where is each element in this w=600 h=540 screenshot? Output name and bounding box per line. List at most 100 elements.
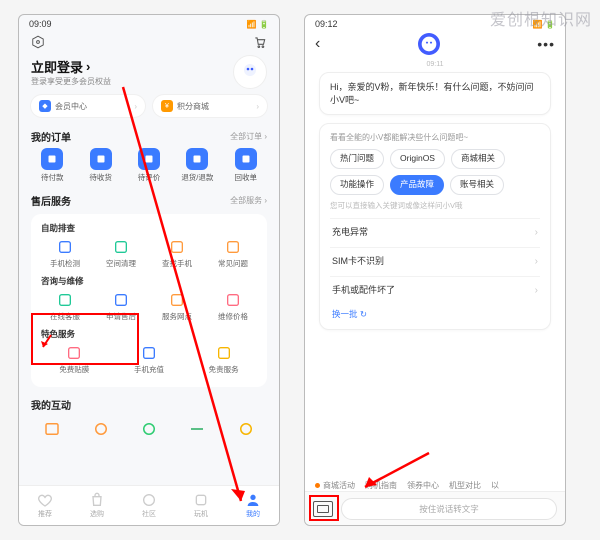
quicklink-label: 领券中心 [407,480,439,491]
service-icon [112,238,130,256]
tab-mine[interactable]: 我的 [245,492,261,519]
faq-panel: 看看全能的小V都能解决些什么问题吧~ 热门问题 OriginOS 商城相关功能操作产… [319,123,551,329]
interaction-item[interactable] [31,418,73,440]
order-label: 待收货 [89,172,112,183]
faq-question-row[interactable]: 手机或配件坏了 › [330,276,540,305]
order-label: 待评价 [138,172,161,183]
category-chip[interactable]: 商城相关 [451,149,505,169]
dot-icon [315,483,320,488]
category-chip[interactable]: 账号相关 [450,175,504,195]
service-item[interactable]: 手机充值 [124,344,173,375]
service-label: 手机充值 [134,364,164,375]
settings-hex-icon[interactable] [31,35,45,49]
service-icon [65,344,83,362]
quicklink-item[interactable]: 机型对比 [449,480,481,491]
chevron-right-icon: › [535,255,538,269]
quicklink-item[interactable]: 商城活动 [315,480,355,491]
order-label: 回收单 [234,172,257,183]
member-center-pill[interactable]: ◆ 会员中心 › [31,95,145,117]
quicklink-item[interactable]: 以 [491,480,499,491]
service-item[interactable]: 查找手机 [152,238,201,269]
interaction-item[interactable] [128,418,170,440]
chevron-right-icon: › [535,284,538,298]
status-time: 09:12 [315,19,338,29]
more-button[interactable]: ••• [537,36,555,52]
order-item-3[interactable]: 退货/退款 [176,148,218,183]
interaction-item[interactable] [225,418,267,440]
service-item[interactable]: 空间清理 [96,238,145,269]
service-item[interactable]: 服务网点 [152,291,201,322]
points-mall-pill[interactable]: ¥ 积分商城 › [153,95,267,117]
chevron-right-icon: › [86,59,90,74]
order-item-2[interactable]: 待评价 [128,148,170,183]
quick-links-row: 商城活动 购机指南 领券中心 机型对比 以 [305,480,565,491]
service-icon [224,291,242,309]
login-button[interactable]: 立即登录 › [31,57,111,76]
service-item[interactable]: 在线客服 [40,291,89,322]
tab-label: 玩机 [194,509,208,519]
order-label: 退货/退款 [181,172,213,183]
service-icon [168,291,186,309]
faq-question-text: SIM卡不识别 [332,255,384,268]
service-item[interactable]: 维修价格 [208,291,257,322]
interaction-item[interactable] [79,418,121,440]
tab-play[interactable]: 玩机 [193,492,209,519]
service-icon [112,291,130,309]
watermark-text: 爱创根知识网 [490,6,592,30]
category-chip[interactable]: 热门问题 [330,149,384,169]
faq-question-row[interactable]: 充电异常› [330,218,540,247]
service-icon [140,344,158,362]
voice-input[interactable]: 按住说话转文字 [341,498,557,520]
service-label: 免责服务 [209,364,239,375]
cart-icon[interactable] [253,35,267,49]
orders-more-link[interactable]: 全部订单 › [230,131,267,142]
service-item[interactable]: 申请售后 [96,291,145,322]
interaction-item[interactable] [176,418,218,440]
service-icon [224,238,242,256]
tab-label: 社区 [142,509,156,519]
service-icon [56,291,74,309]
category-chip[interactable]: 功能操作 [330,175,384,195]
tab-shop[interactable]: 选购 [89,492,105,519]
chevron-right-icon: › [134,102,137,111]
service-label: 在线客服 [50,311,80,322]
service-item[interactable]: 常见问题 [208,238,257,269]
service-item[interactable]: 免责服务 [199,344,248,375]
service-item[interactable]: 免费贴膜 [50,344,99,375]
faq-question-text: 手机或配件坏了 [332,284,395,297]
service-label: 手机检测 [50,258,80,269]
phone-my-page: 09:09 📶 🔋 立即登录 › 登录享受更多会员权益 ◆ 会员中心 › [18,14,280,526]
service-label: 常见问题 [218,258,248,269]
category-chip[interactable]: OriginOS [390,149,445,169]
faq-header: 看看全能的小V都能解决些什么问题吧~ [330,132,540,143]
aftersale-more-link[interactable]: 全部服务 › [230,195,267,206]
service-label: 维修价格 [218,311,248,322]
refresh-link[interactable]: 换一批 ↻ [330,305,540,321]
consult-subtitle: 咨询与维修 [37,275,261,291]
quicklink-item[interactable]: 领券中心 [407,480,439,491]
order-item-4[interactable]: 回收单 [225,148,267,183]
quicklink-label: 购机指南 [365,480,397,491]
service-label: 服务网点 [162,311,192,322]
order-item-0[interactable]: 待付款 [31,148,73,183]
interaction-title: 我的互动 [31,397,71,412]
status-bar: 09:09 📶 🔋 [19,15,279,31]
member-center-label: 会员中心 [55,101,87,112]
order-icon [235,148,257,170]
order-label: 待付款 [41,172,64,183]
bot-avatar[interactable] [418,33,440,55]
bottom-tab-bar: 推荐 选购 社区 玩机 我的 [19,485,279,525]
tab-community[interactable]: 社区 [141,492,157,519]
order-item-1[interactable]: 待收货 [79,148,121,183]
quicklink-item[interactable]: 购机指南 [365,480,397,491]
faq-question-row[interactable]: SIM卡不识别 › [330,247,540,276]
category-chip[interactable]: 产品故障 [390,175,444,195]
keyboard-icon[interactable] [313,501,333,517]
avatar[interactable] [233,55,267,89]
tab-recommend[interactable]: 推荐 [37,492,53,519]
service-item[interactable]: 手机检测 [40,238,89,269]
chat-input-bar: 按住说话转文字 [305,491,565,525]
special-subtitle: 特色服务 [37,328,261,344]
back-button[interactable]: ‹ [315,35,320,53]
service-label: 免费贴膜 [59,364,89,375]
